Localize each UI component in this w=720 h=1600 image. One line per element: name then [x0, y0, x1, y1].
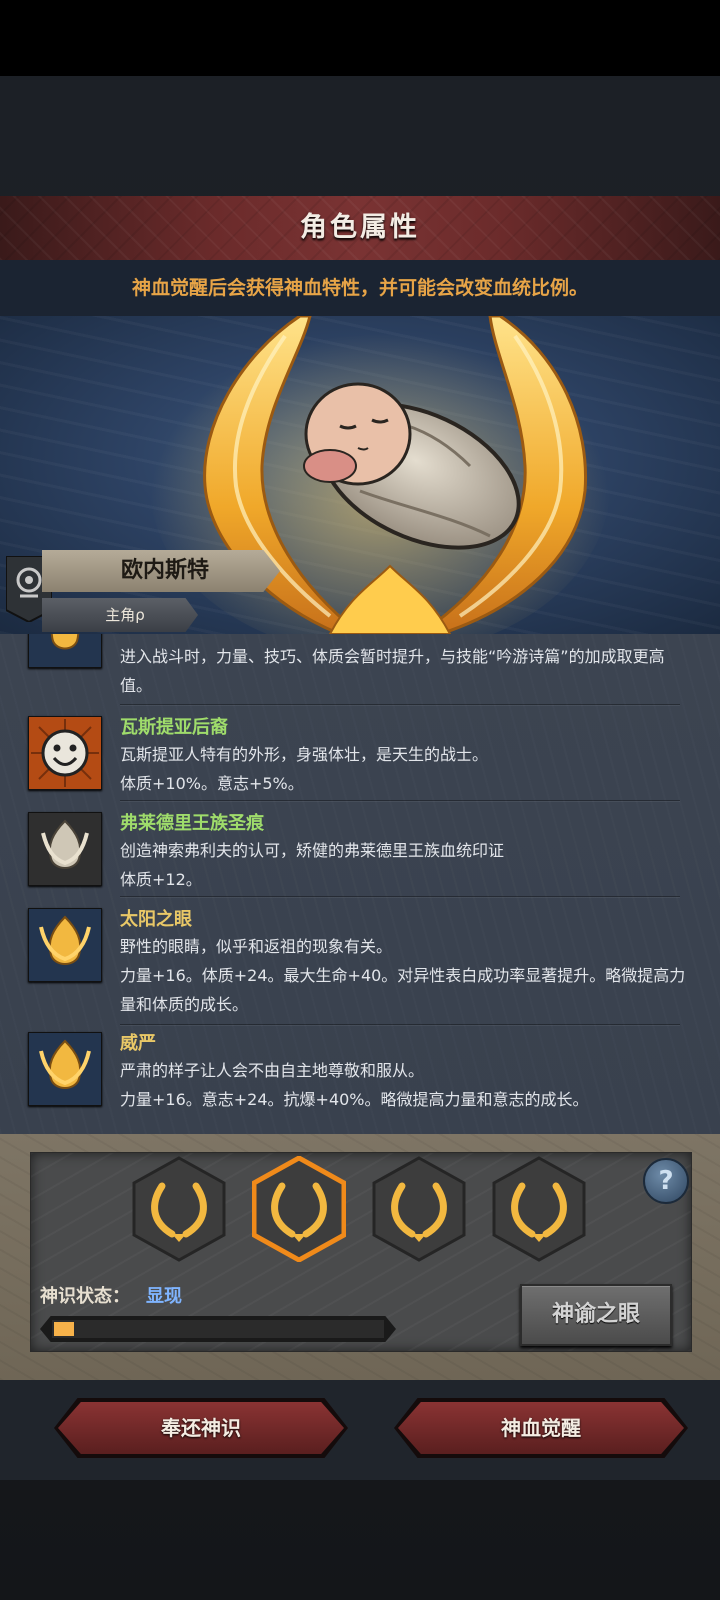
- golden-crest-icon: [28, 908, 102, 982]
- trait-description: 进入战斗时，力量、技巧、体质会暂时提升，与技能“吟游诗篇”的加成取更高值。: [120, 647, 665, 695]
- silver-crest-icon: [28, 812, 102, 886]
- golden-crest-icon: [28, 1032, 102, 1106]
- trait-effect: 体质+12。: [120, 870, 202, 889]
- status-value: 显现: [146, 1286, 182, 1307]
- divider: [120, 800, 680, 801]
- page-title: 角色属性: [300, 212, 420, 243]
- trait-description: 瓦斯提亚人特有的外形，身强体壮，是天生的战士。: [120, 745, 489, 764]
- trait-list[interactable]: 进入战斗时，力量、技巧、体质会暂时提升，与技能“吟游诗篇”的加成取更高值。 瓦斯…: [0, 634, 720, 1134]
- wing-slot-2[interactable]: [252, 1156, 346, 1262]
- divine-blood-awaken-button[interactable]: 神血觉醒: [398, 1402, 684, 1454]
- wing-slot-4[interactable]: [492, 1156, 586, 1262]
- trait-description: 创造神索弗利夫的认可，矫健的弗莱德里王族血统印证: [120, 841, 505, 860]
- help-button[interactable]: ?: [643, 1158, 689, 1204]
- trait-name: 太阳之眼: [120, 909, 192, 930]
- trait-name: 弗莱德里王族圣痕: [120, 813, 264, 834]
- wing-slot-3[interactable]: [372, 1156, 466, 1262]
- character-name: 欧内斯特: [120, 558, 209, 583]
- character-role: 主角ρ: [105, 606, 145, 624]
- oracle-eye-button[interactable]: 神谕之眼: [520, 1284, 672, 1346]
- wing-slot-1[interactable]: [132, 1156, 226, 1262]
- golden-crest-icon: [28, 634, 102, 668]
- progress-bar-fill: [54, 1322, 74, 1336]
- trait-effect: 体质+10%。意志+5%。: [120, 774, 304, 793]
- title-banner: 角色属性: [0, 196, 720, 260]
- trait-name: 瓦斯提亚后裔: [120, 717, 228, 738]
- trait-effect: 力量+16。体质+24。最大生命+40。对异性表白成功率显著提升。略微提高力量和…: [120, 966, 686, 1014]
- divider: [120, 896, 680, 897]
- trait-description: 严肃的样子让人会不由自主地尊敬和服从。: [120, 1061, 425, 1080]
- divider: [120, 1024, 680, 1025]
- divider: [120, 704, 680, 705]
- hint-banner: 神血觉醒后会获得神血特性，并可能会改变血统比例。: [0, 260, 720, 316]
- status-bar-area: [0, 0, 720, 76]
- trait-effect: 力量+16。意志+24。抗爆+40%。略微提高力量和意志的成长。: [120, 1090, 589, 1109]
- trait-name: 威严: [120, 1033, 156, 1054]
- return-divine-sense-button[interactable]: 奉还神识: [58, 1402, 344, 1454]
- smiley-face-icon: [28, 716, 102, 790]
- trait-description: 野性的眼睛，似乎和返祖的现象有关。: [120, 937, 393, 956]
- status-label: 神识状态：: [40, 1286, 130, 1307]
- progress-bar-inner: [52, 1320, 384, 1338]
- hint-text: 神血觉醒后会获得神血特性，并可能会改变血统比例。: [131, 277, 588, 299]
